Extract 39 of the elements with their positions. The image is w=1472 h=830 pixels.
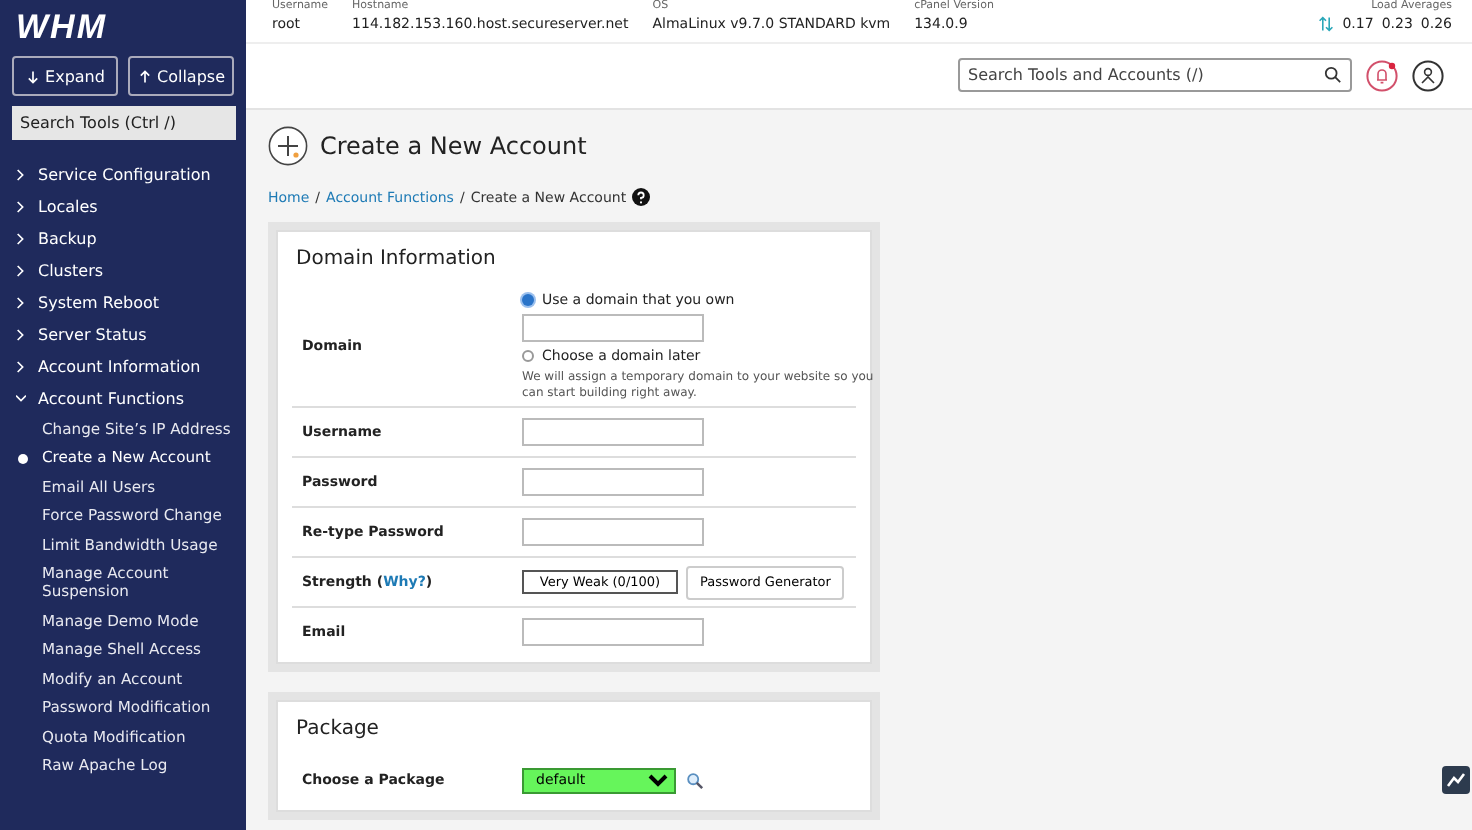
search-field[interactable]: Search Tools and Accounts (/) (958, 58, 1352, 92)
text-field[interactable] (522, 468, 704, 496)
up-down-arrows-icon (1318, 16, 1335, 32)
text-field[interactable] (522, 518, 704, 546)
sidebar-item[interactable]: Account Functions (0, 382, 246, 414)
chevron-icon (16, 231, 26, 245)
search-field[interactable]: Search Tools (Ctrl /) (12, 106, 236, 140)
chevron-icon (16, 263, 26, 277)
chevron-icon (16, 199, 26, 213)
chevron-icon (16, 391, 26, 405)
collapse-button[interactable]: Collapse (128, 56, 234, 96)
sidebar-item[interactable]: Backup (0, 222, 246, 254)
bell-icon[interactable] (1366, 59, 1398, 91)
up-arrow-icon (137, 69, 151, 83)
domain-field[interactable] (522, 314, 704, 342)
expand-button[interactable]: Expand (12, 56, 118, 96)
sidebar-item[interactable]: Clusters (0, 254, 246, 286)
sidebar-item[interactable]: Server Status (0, 318, 246, 350)
whm-logo: WHM (14, 6, 109, 50)
help-icon[interactable] (632, 188, 651, 206)
sidebar-item[interactable]: Account Information (0, 350, 246, 382)
chevron-icon (16, 295, 26, 309)
search-icon[interactable] (1324, 66, 1342, 84)
section-title: Domain Information (296, 248, 498, 270)
sidebar-item[interactable]: Service Configuration (0, 158, 246, 190)
sidebar-item[interactable]: System Reboot (0, 286, 246, 318)
add-circle-icon (268, 126, 308, 166)
chevron-icon (16, 167, 26, 181)
sidebar-item[interactable]: Locales (0, 190, 246, 222)
text-field[interactable] (522, 418, 704, 446)
page-title: Create a New Account (320, 132, 587, 160)
user-icon[interactable] (1412, 59, 1444, 91)
section-title: Package (296, 718, 381, 740)
text-field[interactable] (522, 618, 704, 646)
chevron-icon (16, 359, 26, 373)
down-arrow-icon (25, 69, 40, 83)
chevron-icon (16, 327, 26, 341)
magnifier-icon[interactable] (686, 771, 704, 789)
chart-icon[interactable] (1442, 766, 1470, 794)
